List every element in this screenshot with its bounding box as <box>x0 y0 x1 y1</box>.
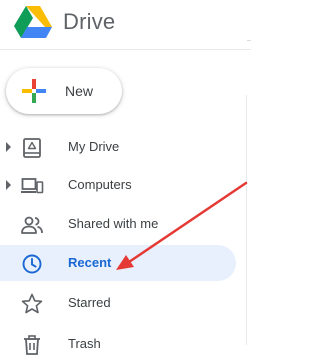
expand-arrow-icon[interactable] <box>6 180 11 190</box>
sidebar-item-starred[interactable]: Starred <box>0 285 236 321</box>
computers-icon <box>21 178 44 194</box>
plus-multicolor-icon <box>22 79 46 103</box>
header-divider-stub <box>247 40 251 41</box>
sidebar-item-computers[interactable]: Computers <box>0 167 236 203</box>
new-button-label: New <box>65 83 94 99</box>
sidebar-item-label: Trash <box>68 336 101 351</box>
new-button[interactable]: New <box>6 68 122 114</box>
sidebar-item-label: Recent <box>68 255 112 270</box>
trash-icon <box>24 335 40 355</box>
sidebar-item-shared-with-me[interactable]: Shared with me <box>0 206 236 242</box>
star-icon <box>21 293 43 314</box>
shared-with-me-icon <box>21 216 43 234</box>
header-divider <box>0 49 251 50</box>
content-divider <box>246 95 247 345</box>
sidebar-item-label: Shared with me <box>68 216 159 231</box>
sidebar-item-label: My Drive <box>68 139 120 154</box>
my-drive-icon <box>23 138 41 158</box>
app-title: Drive <box>63 9 116 34</box>
app-header: Drive <box>0 0 251 50</box>
sidebar-item-my-drive[interactable]: My Drive <box>0 129 236 165</box>
clock-icon <box>22 254 42 274</box>
expand-arrow-icon[interactable] <box>6 142 11 152</box>
sidebar-item-label: Computers <box>68 177 132 192</box>
drive-logo-icon[interactable] <box>13 5 53 39</box>
sidebar-item-trash[interactable]: Trash <box>0 326 236 362</box>
sidebar-item-label: Starred <box>68 295 111 310</box>
sidebar-item-recent[interactable]: Recent <box>0 245 236 281</box>
